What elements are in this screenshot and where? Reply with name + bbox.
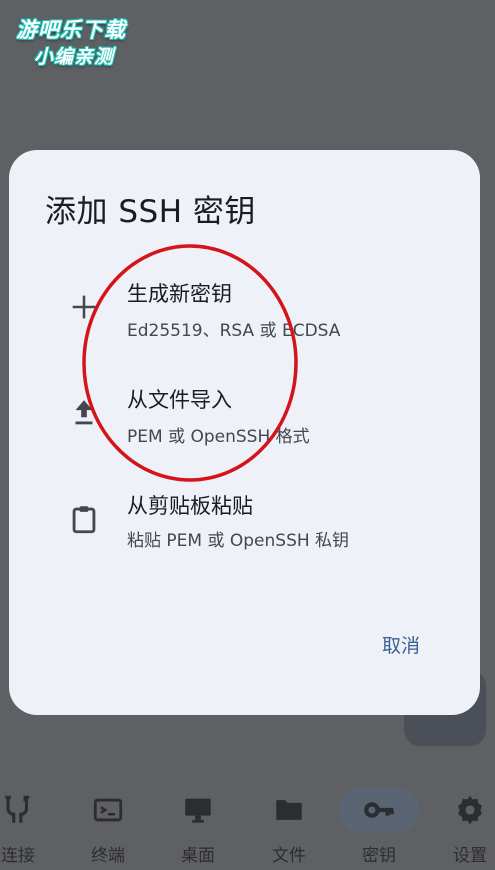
option-title: 从文件导入	[127, 388, 232, 412]
clipboard-icon	[72, 506, 96, 534]
plus-icon	[72, 295, 96, 319]
option-subtitle: Ed25519、RSA 或 ECDSA	[127, 321, 341, 341]
folder-icon	[276, 800, 302, 820]
nav-label: 连接	[1, 846, 35, 866]
option-paste-clipboard[interactable]: 从剪贴板粘贴 粘贴 PEM 或 OpenSSH 私钥	[9, 484, 480, 580]
watermark-logo: 游吧乐下载 小编亲测	[10, 6, 150, 68]
option-title: 生成新密钥	[127, 282, 232, 306]
bottom-navigation: 连接 终端 桌面 文件 密钥 设置	[0, 775, 495, 870]
upload-icon	[75, 400, 93, 425]
option-title: 从剪贴板粘贴	[127, 494, 253, 518]
nav-item-terminal[interactable]: 终端	[63, 775, 153, 870]
nav-item-settings[interactable]: 设置	[425, 775, 495, 870]
dialog-title: 添加 SSH 密钥	[45, 194, 256, 230]
plug-icon	[5, 795, 30, 823]
nav-label: 终端	[91, 846, 125, 866]
cancel-button[interactable]: 取消	[369, 626, 433, 662]
nav-label: 设置	[453, 846, 487, 866]
terminal-icon	[93, 798, 123, 822]
option-import-file[interactable]: 从文件导入 PEM 或 OpenSSH 格式	[9, 376, 480, 472]
watermark-line2: 小编亲测	[34, 46, 115, 68]
nav-item-files[interactable]: 文件	[244, 775, 334, 870]
watermark-line1: 游吧乐下载	[16, 18, 126, 42]
nav-label: 文件	[272, 846, 306, 866]
monitor-icon	[185, 798, 211, 823]
option-subtitle: PEM 或 OpenSSH 格式	[127, 427, 310, 447]
gear-icon	[458, 795, 482, 825]
add-ssh-key-dialog: 添加 SSH 密钥 生成新密钥 Ed25519、RSA 或 ECDSA 从文件导…	[9, 150, 480, 715]
nav-item-connections[interactable]: 连接	[0, 775, 63, 870]
nav-item-desktop[interactable]: 桌面	[153, 775, 243, 870]
key-icon	[364, 802, 394, 818]
option-subtitle: 粘贴 PEM 或 OpenSSH 私钥	[127, 531, 350, 551]
option-generate-key[interactable]: 生成新密钥 Ed25519、RSA 或 ECDSA	[9, 268, 480, 364]
nav-label: 桌面	[181, 846, 215, 866]
nav-item-keys[interactable]: 密钥	[334, 775, 424, 870]
nav-label: 密钥	[362, 846, 396, 866]
